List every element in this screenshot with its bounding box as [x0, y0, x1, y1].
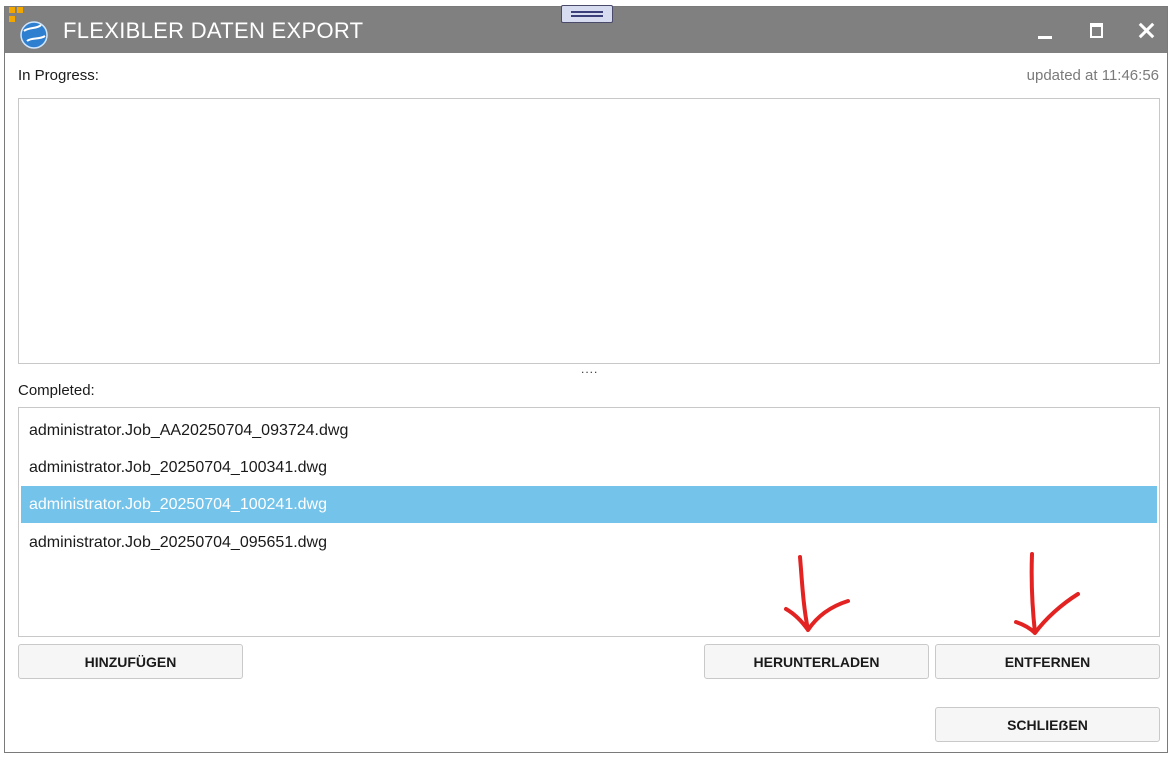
completed-list[interactable]: administrator.Job_AA20250704_093724.dwg …	[18, 407, 1160, 637]
remove-button[interactable]: ENTFERNEN	[935, 644, 1160, 679]
completed-label: Completed:	[18, 382, 95, 399]
close-dialog-button[interactable]: SCHLIEẞEN	[935, 707, 1160, 742]
export-dialog: FLEXIBLER DATEN EXPORT In Progress: upda…	[4, 5, 1168, 753]
download-button[interactable]: HERUNTERLADEN	[704, 644, 929, 679]
close-icon[interactable]	[1131, 15, 1161, 45]
updated-timestamp: updated at 11:46:56	[1026, 67, 1159, 84]
maximize-icon[interactable]	[1081, 15, 1111, 45]
list-item[interactable]: administrator.Job_20250704_100341.dwg	[21, 449, 1157, 486]
splitter-handle[interactable]: ....	[581, 362, 598, 376]
drag-handle-icon[interactable]	[561, 5, 613, 23]
add-button[interactable]: HINZUFÜGEN	[18, 644, 243, 679]
title-bar[interactable]: FLEXIBLER DATEN EXPORT	[5, 5, 1167, 53]
list-item[interactable]: administrator.Job_AA20250704_093724.dwg	[21, 412, 1157, 449]
list-item-selected[interactable]: administrator.Job_20250704_100241.dwg	[21, 486, 1157, 523]
globe-app-icon	[9, 7, 48, 49]
in-progress-list[interactable]	[18, 98, 1160, 364]
list-item[interactable]: administrator.Job_20250704_095651.dwg	[21, 524, 1157, 561]
in-progress-label: In Progress:	[18, 67, 99, 84]
window-title: FLEXIBLER DATEN EXPORT	[63, 18, 364, 43]
minimize-icon[interactable]	[1030, 15, 1060, 45]
